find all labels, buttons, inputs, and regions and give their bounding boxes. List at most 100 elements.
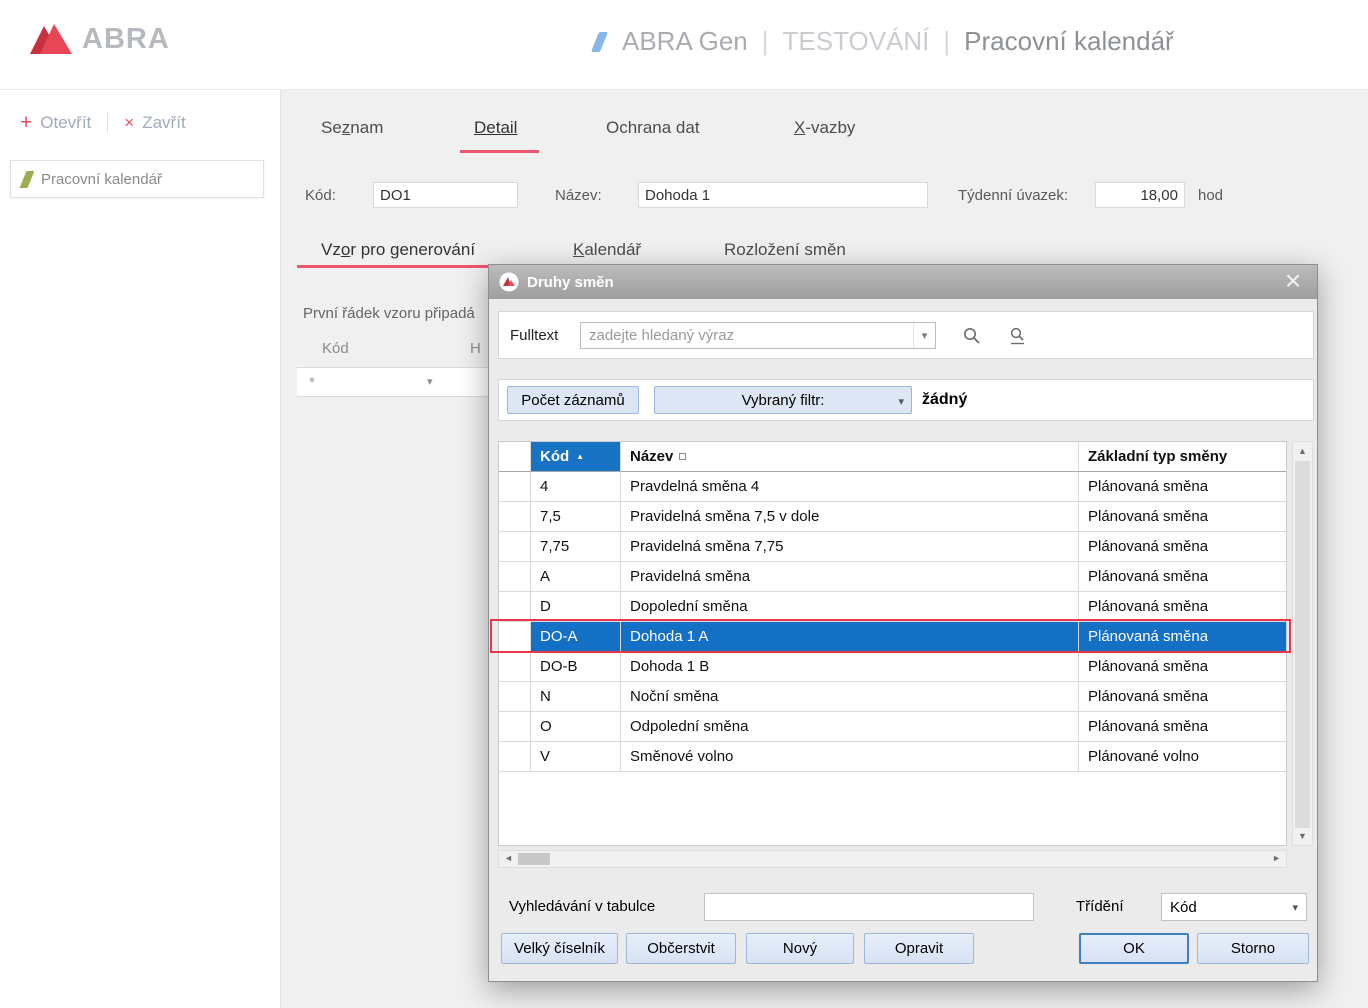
kod-label: Kód:	[305, 187, 336, 204]
column-options-icon[interactable]	[679, 453, 686, 460]
active-tab-indicator	[460, 150, 539, 153]
storno-button[interactable]: Storno	[1197, 933, 1309, 964]
page-title: Pracovní kalendář	[964, 26, 1174, 57]
pattern-grid-h-header: H	[470, 340, 481, 357]
table-row[interactable]: A Pravidelná směna Plánovaná směna	[499, 562, 1286, 592]
subtab-label-accel: o	[341, 240, 350, 259]
cell-nazev: Pravidelná směna	[621, 562, 1079, 591]
fulltext-search-icon[interactable]	[1009, 326, 1027, 345]
table-row-selected[interactable]: DO-A Dohoda 1 A Plánovaná směna	[499, 622, 1286, 652]
fulltext-input[interactable]	[581, 327, 913, 344]
row-indicator	[499, 712, 531, 741]
cell-kod: D	[531, 592, 621, 621]
cell-typ: Plánovaná směna	[1079, 472, 1286, 501]
vertical-scroll-thumb[interactable]	[1295, 461, 1310, 828]
chevron-down-icon: ▾	[898, 395, 904, 408]
tab-detail[interactable]: Detail	[474, 118, 517, 138]
search-icon[interactable]	[962, 326, 981, 345]
subtab-label: r pro generování	[350, 240, 475, 259]
header-indicator-cell	[499, 442, 531, 471]
record-count-button[interactable]: Počet záznamů	[507, 386, 639, 414]
table-row[interactable]: 7,5 Pravidelná směna 7,5 v dole Plánovan…	[499, 502, 1286, 532]
column-header-nazev[interactable]: Název	[621, 442, 1079, 471]
cell-nazev: Směnové volno	[621, 742, 1079, 771]
sort-dropdown[interactable]: Kód ▾	[1161, 893, 1307, 921]
tab-ochrana-dat[interactable]: Ochrana dat	[606, 118, 700, 138]
nazev-input[interactable]	[638, 182, 928, 208]
subtab-vzor-pro-generovani[interactable]: Vzor pro generování	[321, 240, 475, 260]
velky-ciselnik-button[interactable]: Velký číselník	[501, 933, 618, 964]
cell-kod: N	[531, 682, 621, 711]
fulltext-input-wrap: ▾	[580, 322, 936, 349]
column-header-zakladni-typ[interactable]: Základní typ směny	[1079, 442, 1286, 471]
table-row[interactable]: 7,75 Pravidelná směna 7,75 Plánovaná smě…	[499, 532, 1286, 562]
table-row[interactable]: 4 Pravdelná směna 4 Plánovaná směna	[499, 472, 1286, 502]
row-indicator	[499, 532, 531, 561]
opravit-button[interactable]: Opravit	[864, 933, 974, 964]
column-header-kod[interactable]: Kód ▲	[531, 442, 621, 471]
kod-input[interactable]	[373, 182, 518, 208]
app-header: ABRA ABRA Gen | TESTOVÁNÍ | Pracovní kal…	[0, 0, 1368, 90]
title-separator: |	[943, 26, 950, 57]
cell-typ: Plánovaná směna	[1079, 682, 1286, 711]
cell-typ: Plánovaná směna	[1079, 712, 1286, 741]
title-slash-icon	[591, 32, 608, 52]
table-row[interactable]: N Noční směna Plánovaná směna	[499, 682, 1286, 712]
table-row[interactable]: O Odpolední směna Plánovaná směna	[499, 712, 1286, 742]
table-row[interactable]: V Směnové volno Plánované volno	[499, 742, 1286, 772]
sidebar: + Otevřít × Zavřít Pracovní kalendář	[0, 90, 281, 1008]
cell-kod: 7,5	[531, 502, 621, 531]
fulltext-panel: Fulltext ▾	[498, 311, 1314, 359]
cell-nazev: Pravidelná směna 7,5 v dole	[621, 502, 1079, 531]
horizontal-scrollbar[interactable]: ◄ ►	[498, 850, 1287, 868]
filter-value: žádný	[922, 391, 967, 409]
cell-typ: Plánovaná směna	[1079, 562, 1286, 591]
scroll-down-icon[interactable]: ▼	[1293, 831, 1312, 841]
subtab-label: alendář	[584, 240, 641, 259]
cell-nazev: Dopolední směna	[621, 592, 1079, 621]
fulltext-label: Fulltext	[510, 327, 570, 344]
sort-asc-icon: ▲	[576, 453, 584, 461]
dropdown-arrow-icon[interactable]: ▾	[427, 375, 433, 388]
title-separator: |	[762, 26, 769, 57]
table-row[interactable]: D Dopolední směna Plánovaná směna	[499, 592, 1286, 622]
open-label: Otevřít	[40, 113, 91, 133]
selected-filter-dropdown[interactable]: Vybraný filtr: ▾	[654, 386, 912, 414]
table-search-input[interactable]	[704, 893, 1034, 921]
horizontal-scroll-thumb[interactable]	[518, 853, 550, 865]
app-title: ABRA Gen | TESTOVÁNÍ | Pracovní kalendář	[595, 26, 1174, 57]
cell-kod: V	[531, 742, 621, 771]
sidebar-actions: + Otevřít × Zavřít	[20, 113, 186, 133]
close-icon[interactable]: ×	[1277, 264, 1309, 298]
scroll-right-icon[interactable]: ►	[1272, 853, 1281, 863]
subtab-rozlozeni-smen[interactable]: Rozložení směn	[724, 240, 846, 260]
tydenni-uvazek-input[interactable]	[1095, 182, 1185, 208]
close-window-button[interactable]: × Zavřít	[124, 113, 185, 133]
cell-typ: Plánovaná směna	[1079, 652, 1286, 681]
open-button[interactable]: + Otevřít	[20, 113, 91, 133]
cell-kod: 7,75	[531, 532, 621, 561]
tab-label: Detail	[474, 118, 517, 137]
nazev-label: Název:	[555, 187, 602, 204]
tab-label: Se	[321, 118, 342, 137]
sidebar-item-pracovni-kalendar[interactable]: Pracovní kalendář	[10, 160, 264, 198]
obcerstvit-button[interactable]: Občerstvit	[626, 933, 736, 964]
table-search-label: Vyhledávání v tabulce	[509, 898, 655, 915]
sort-dropdown-value: Kód	[1170, 899, 1197, 916]
row-indicator	[499, 502, 531, 531]
shift-types-table: Kód ▲ Název Základní typ směny 4 Pravdel…	[498, 441, 1287, 846]
scroll-left-icon[interactable]: ◄	[504, 853, 513, 863]
vertical-scrollbar[interactable]: ▲ ▼	[1292, 441, 1313, 846]
table-row[interactable]: DO-B Dohoda 1 B Plánovaná směna	[499, 652, 1286, 682]
dialog-title-bar[interactable]: Druhy směn	[489, 265, 1317, 299]
cell-nazev: Dohoda 1 A	[621, 622, 1079, 651]
novy-button[interactable]: Nový	[746, 933, 854, 964]
row-indicator	[499, 622, 531, 651]
ok-button[interactable]: OK	[1079, 933, 1189, 964]
subtab-kalendar[interactable]: Kalendář	[573, 240, 641, 260]
subtab-label: Vz	[321, 240, 341, 259]
tab-seznam[interactable]: Seznam	[321, 118, 383, 138]
scroll-up-icon[interactable]: ▲	[1293, 446, 1312, 456]
fulltext-dropdown-arrow-icon[interactable]: ▾	[913, 323, 935, 348]
tab-x-vazby[interactable]: X-vazby	[794, 118, 855, 138]
